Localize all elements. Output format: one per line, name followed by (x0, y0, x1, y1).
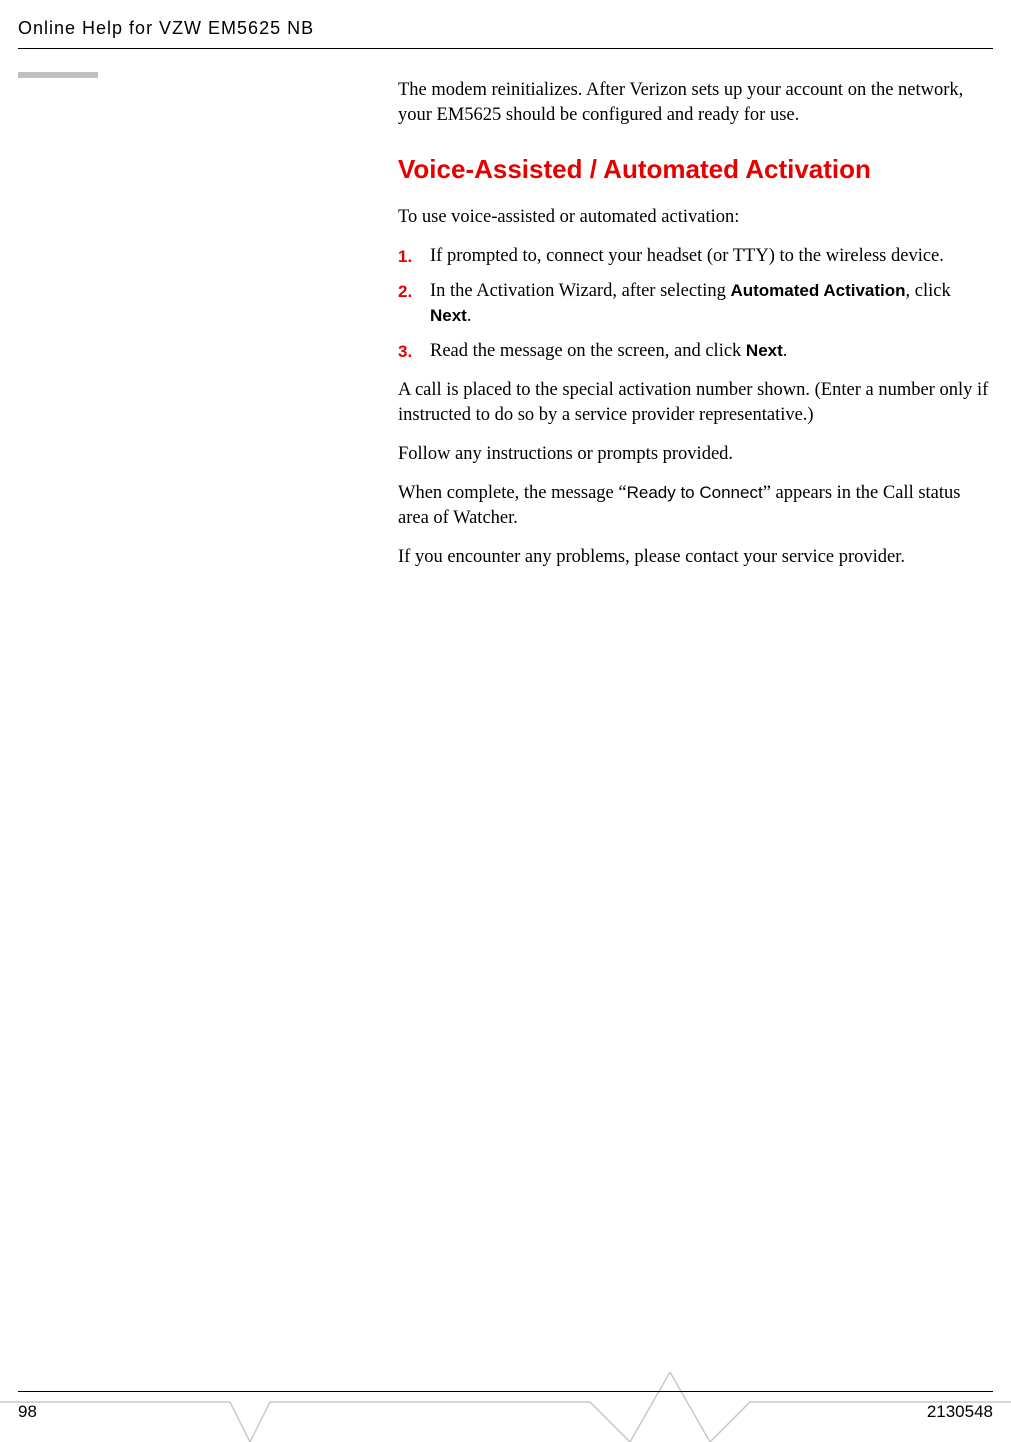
footer: 98 2130548 (18, 1391, 993, 1422)
step-text: If prompted to, connect your headset (or… (430, 244, 993, 269)
list-item: 3. Read the message on the screen, and c… (398, 339, 993, 364)
body-paragraph: If you encounter any problems, please co… (398, 545, 993, 570)
lead-in-paragraph: To use voice-assisted or automated activ… (398, 205, 993, 230)
list-item: 1. If prompted to, connect your headset … (398, 244, 993, 269)
ui-label-bold: Next (430, 306, 467, 325)
body-paragraph: Follow any instructions or prompts provi… (398, 442, 993, 467)
ui-label: Ready to Connect (627, 483, 763, 502)
body-paragraph: When complete, the message “Ready to Con… (398, 481, 993, 531)
section-heading: Voice-Assisted / Automated Activation (398, 152, 993, 187)
side-marker (18, 72, 98, 78)
doc-id: 2130548 (927, 1402, 993, 1422)
body-paragraph: A call is placed to the special activati… (398, 378, 993, 428)
steps-list: 1. If prompted to, connect your headset … (398, 244, 993, 364)
list-item: 2. In the Activation Wizard, after selec… (398, 279, 993, 329)
header-title: Online Help for VZW EM5625 NB (18, 18, 314, 39)
step-number: 2. (398, 279, 430, 329)
footer-rule (18, 1391, 993, 1392)
step-number: 3. (398, 339, 430, 364)
page-number: 98 (18, 1402, 37, 1422)
main-content: The modem reinitializes. After Verizon s… (398, 78, 993, 584)
step-text: In the Activation Wizard, after selectin… (430, 279, 993, 329)
step-number: 1. (398, 244, 430, 269)
ui-label-bold: Automated Activation (730, 281, 905, 300)
ui-label-bold: Next (746, 341, 783, 360)
header-rule (18, 48, 993, 49)
intro-paragraph: The modem reinitializes. After Verizon s… (398, 78, 993, 128)
step-text: Read the message on the screen, and clic… (430, 339, 993, 364)
footer-text: 98 2130548 (18, 1402, 993, 1422)
